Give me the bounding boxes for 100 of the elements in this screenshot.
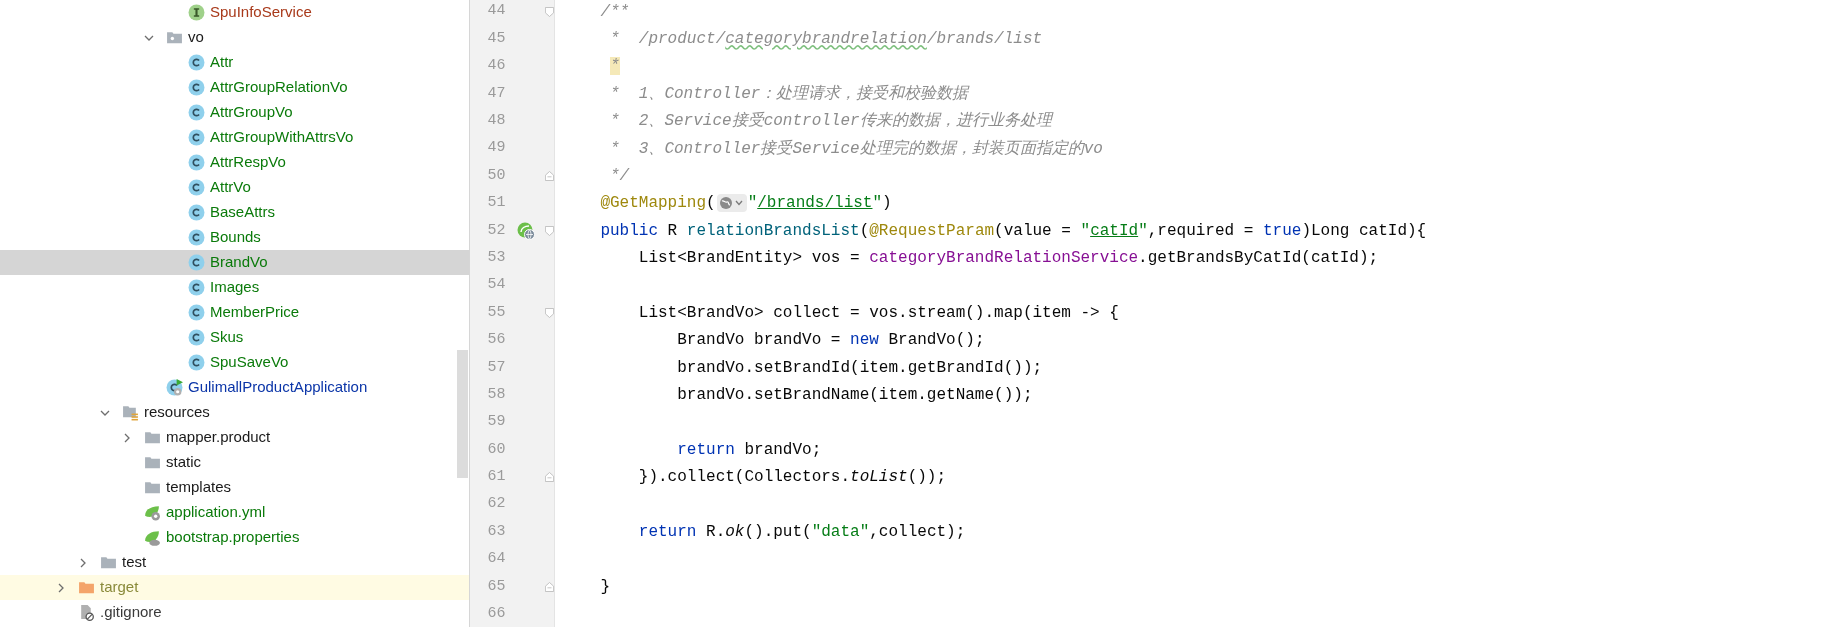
line-number: 62 [486, 494, 506, 515]
folder-icon [100, 554, 117, 571]
class-icon [188, 329, 205, 346]
tree-item[interactable]: Bounds [0, 225, 469, 250]
spring-bean-icon[interactable] [517, 221, 536, 240]
code-text: }).collect(Collectors.toList()); [637, 467, 947, 489]
item-label: templates [166, 477, 232, 498]
tree-item[interactable]: AttrGroupWithAttrsVo [0, 125, 469, 150]
item-label: SpuSaveVo [210, 352, 289, 373]
code-text: List<BrandEntity> vos = categoryBrandRelationService.getBrandsByCatId(catId); [637, 248, 1379, 270]
tree-item[interactable]: GulimallProductApplication [0, 375, 469, 400]
line-number: 65 [486, 576, 506, 597]
fold-icon[interactable] [545, 5, 554, 18]
item-label: Images [210, 277, 260, 298]
line-number: 60 [486, 439, 506, 460]
class-icon [188, 304, 205, 321]
item-label: SpuInfoService [210, 2, 312, 23]
line-number: 54 [486, 275, 506, 296]
class-icon [188, 204, 205, 221]
line-number: 59 [486, 412, 506, 433]
class-icon [188, 54, 205, 71]
tree-item[interactable]: Attr [0, 50, 469, 75]
tree-item[interactable]: .gitignore [0, 600, 469, 625]
code-text: } [599, 576, 610, 598]
item-label: target [100, 577, 139, 598]
ignored-file-icon [78, 604, 95, 621]
folder-icon [144, 479, 161, 496]
line-number: 63 [486, 521, 506, 542]
code-text: /** [599, 1, 630, 23]
spring-config-icon [144, 504, 161, 521]
tree-item[interactable]: MemberPrice [0, 300, 469, 325]
tree-item[interactable]: target [0, 575, 469, 600]
tree-item[interactable]: SpuInfoService [0, 0, 469, 25]
tree-item[interactable]: static [0, 450, 469, 475]
fold-icon[interactable] [545, 580, 554, 593]
tree-item[interactable]: mapper.product [0, 425, 469, 450]
tree-item[interactable]: Images [0, 275, 469, 300]
code-text: @GetMapping( [599, 193, 716, 215]
line-number: 50 [486, 165, 506, 186]
item-label: MemberPrice [210, 302, 300, 323]
tree-item[interactable]: bootstrap.properties [0, 525, 469, 550]
line-number: 52 [486, 220, 506, 241]
class-icon [188, 79, 205, 96]
item-label: .gitignore [100, 602, 162, 623]
code-text: brandVo.setBrandId(item.getBrandId()); [676, 357, 1043, 379]
item-label: AttrGroupVo [210, 102, 293, 123]
line-number: 45 [486, 28, 506, 49]
class-icon [188, 154, 205, 171]
fold-icon[interactable] [545, 471, 554, 484]
item-label: static [166, 452, 201, 473]
tree-item[interactable]: resources [0, 400, 469, 425]
code-text: List<BrandVo> collect = vos.stream().map(item -> { [637, 303, 1119, 324]
class-icon [188, 129, 205, 146]
code-text: * 1、Controller：处理请求，接受和校验数据 [609, 83, 969, 105]
code-text: BrandVo brandVo = new BrandVo(); [676, 330, 985, 352]
line-number: 46 [486, 56, 506, 77]
code-text: "/brands/list") [747, 193, 892, 215]
item-label: application.yml [166, 502, 266, 523]
code-text: * [609, 56, 620, 78]
code-text: * /product/categorybrandrelation/brands/list [609, 29, 1043, 51]
spring-properties-icon [144, 529, 161, 546]
class-icon [188, 354, 205, 371]
line-number: 61 [486, 467, 506, 488]
class-icon [188, 229, 205, 246]
folder-icon [144, 429, 161, 446]
tree-item[interactable]: BaseAttrs [0, 200, 469, 225]
url-inlay-button[interactable] [716, 194, 747, 213]
tree-item[interactable]: application.yml [0, 500, 469, 525]
item-label: Attr [210, 52, 234, 73]
fold-icon[interactable] [545, 170, 554, 183]
package-icon [166, 29, 183, 46]
code-text: */ [609, 166, 630, 188]
tree-item[interactable]: SpuSaveVo [0, 350, 469, 375]
scrollbar-thumb[interactable] [457, 350, 468, 478]
tree-item[interactable]: AttrGroupRelationVo [0, 75, 469, 100]
class-icon [188, 254, 205, 271]
item-label: AttrGroupWithAttrsVo [210, 127, 354, 148]
tree-item[interactable]: AttrRespVo [0, 150, 469, 175]
fold-icon[interactable] [545, 224, 554, 237]
item-label: Bounds [210, 227, 261, 248]
tree-item[interactable]: Skus [0, 325, 469, 350]
line-number: 66 [486, 604, 506, 625]
runnable-class-icon [166, 379, 183, 396]
class-icon [188, 179, 205, 196]
class-icon [188, 279, 205, 296]
item-label: AttrGroupRelationVo [210, 77, 348, 98]
fold-icon[interactable] [545, 307, 554, 319]
tree-item[interactable]: test [0, 550, 469, 575]
line-number: 47 [486, 83, 506, 104]
line-number: 51 [486, 193, 506, 214]
tree-item[interactable]: vo [0, 25, 469, 50]
tree-item[interactable]: templates [0, 475, 469, 500]
tree-item[interactable]: AttrGroupVo [0, 100, 469, 125]
tree-item[interactable]: BrandVo [0, 250, 469, 275]
code-text: * 2、Service接受controller传来的数据，进行业务处理 [609, 110, 1052, 133]
code-text: brandVo.setBrandName(item.getName()); [676, 385, 1033, 407]
tree-item[interactable]: AttrVo [0, 175, 469, 200]
line-number: 64 [486, 549, 506, 570]
class-icon [188, 104, 205, 121]
resources-folder-icon [122, 404, 139, 421]
